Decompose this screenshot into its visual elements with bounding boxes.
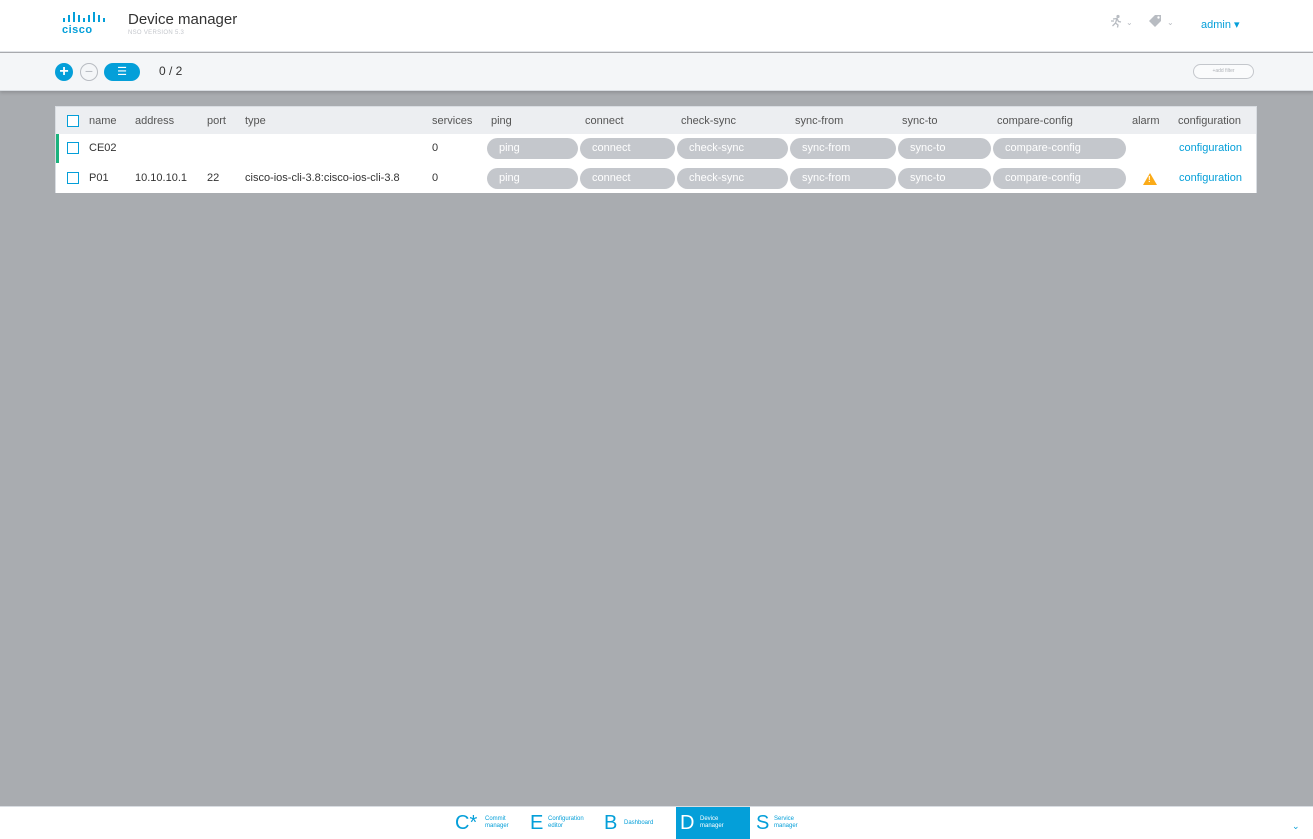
column-header: connect — [585, 115, 624, 127]
select-all-checkbox[interactable] — [67, 115, 79, 127]
ping-button[interactable]: ping — [487, 168, 578, 189]
nav-commit-manager[interactable]: C* Commit manager — [452, 807, 522, 839]
user-menu[interactable]: admin ▾ — [1201, 18, 1240, 31]
nav-letter: S — [756, 812, 770, 834]
selection-count: 0 / 2 — [159, 64, 183, 78]
nav-letter: E — [530, 812, 544, 834]
tag-icon[interactable] — [1148, 14, 1162, 31]
compare-config-button[interactable]: compare-config — [993, 138, 1126, 159]
column-header[interactable]: address — [135, 107, 174, 136]
nav-label: Service manager — [774, 816, 798, 829]
list-view-button[interactable]: ☰ — [104, 63, 140, 81]
nav-service-manager[interactable]: S Service manager — [752, 807, 822, 839]
configuration-link[interactable]: configuration — [1179, 134, 1242, 163]
column-header[interactable]: type — [245, 107, 266, 136]
table-row[interactable]: CE02 0 ping connect check-sync sync-from… — [56, 134, 1256, 163]
chevron-down-icon[interactable]: ⌄ — [1167, 18, 1174, 27]
sync-to-button[interactable]: sync-to — [898, 138, 991, 159]
device-services: 0 — [432, 142, 439, 154]
nav-dashboard[interactable]: B Dashboard — [600, 807, 670, 839]
device-name[interactable]: CE02 — [89, 134, 117, 163]
warning-icon-mark: ! — [1148, 175, 1151, 184]
bottom-nav: C* Commit manager E Configuration editor B… — [0, 806, 1313, 839]
nav-configuration-editor[interactable]: E Configuration editor — [526, 807, 596, 839]
selected-row-indicator — [56, 134, 59, 163]
device-port: 22 — [207, 172, 220, 184]
column-header: configuration — [1178, 115, 1241, 127]
nav-label: Device manager — [700, 816, 724, 829]
sync-from-button[interactable]: sync-from — [790, 138, 896, 159]
connect-button[interactable]: connect — [580, 138, 675, 159]
add-filter-button[interactable]: +add filter — [1193, 64, 1254, 79]
table-header: name address port type services ping con… — [56, 107, 1256, 136]
nav-letter: D — [680, 812, 695, 834]
column-header: sync-from — [795, 115, 844, 127]
chevron-down-icon[interactable]: ⌄ — [1292, 821, 1300, 832]
column-header[interactable]: port — [207, 107, 226, 136]
check-sync-button[interactable]: check-sync — [677, 138, 788, 159]
nav-label: Dashboard — [624, 820, 654, 826]
column-header: sync-to — [902, 115, 938, 127]
configuration-link[interactable]: configuration — [1179, 164, 1242, 193]
sync-from-button[interactable]: sync-from — [790, 168, 896, 189]
device-table: name address port type services ping con… — [55, 106, 1257, 193]
column-header[interactable]: services — [432, 107, 472, 136]
column-header: ping — [491, 115, 512, 127]
device-name[interactable]: P01 — [89, 164, 109, 193]
sync-to-button[interactable]: sync-to — [898, 168, 991, 189]
row-checkbox[interactable] — [67, 172, 79, 184]
remove-device-button[interactable]: − — [80, 63, 98, 81]
cisco-logo: cisco — [62, 12, 108, 38]
check-sync-button[interactable]: check-sync — [677, 168, 788, 189]
table-row[interactable]: P01 10.10.10.1 22 cisco-ios-cli-3.8:cisc… — [56, 164, 1256, 193]
add-device-button[interactable]: + — [55, 63, 73, 81]
chevron-down-icon[interactable]: ⌄ — [1126, 18, 1133, 27]
device-address: 10.10.10.1 — [135, 172, 187, 184]
column-header[interactable]: alarm — [1132, 107, 1160, 136]
version-label: NSO VERSION 5.3 — [128, 30, 185, 36]
nav-letter: B — [604, 812, 618, 834]
nav-device-manager[interactable]: D Device manager — [676, 807, 750, 839]
compare-config-button[interactable]: compare-config — [993, 168, 1126, 189]
nav-label: Commit manager — [485, 816, 509, 829]
column-header[interactable]: name — [89, 107, 117, 136]
page-title: Device manager — [128, 11, 238, 28]
row-checkbox[interactable] — [67, 142, 79, 154]
nav-label: Configuration editor — [548, 816, 584, 829]
toolbar: + − ☰ 0 / 2 +add filter — [0, 53, 1313, 91]
nav-letter: C* — [455, 812, 478, 834]
app-header: cisco Device manager NSO VERSION 5.3 ⌄ ⌄… — [0, 0, 1313, 52]
connect-button[interactable]: connect — [580, 168, 675, 189]
column-header: compare-config — [997, 115, 1073, 127]
runner-icon[interactable] — [1109, 14, 1123, 31]
column-header: check-sync — [681, 115, 737, 127]
ping-button[interactable]: ping — [487, 138, 578, 159]
device-type: cisco-ios-cli-3.8:cisco-ios-cli-3.8 — [245, 172, 400, 184]
device-services: 0 — [432, 172, 439, 184]
